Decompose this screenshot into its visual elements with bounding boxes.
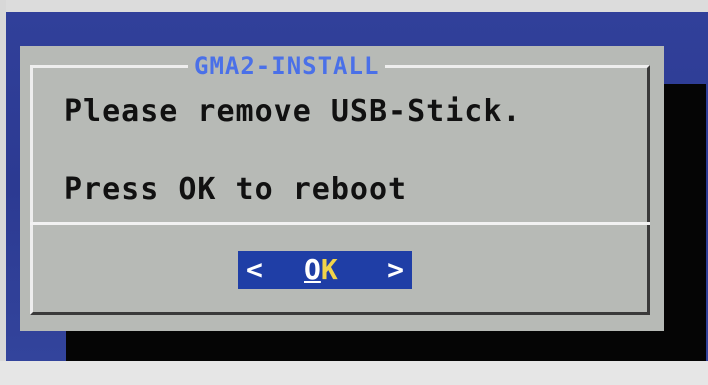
- ok-button-label: OK: [304, 251, 338, 289]
- message-press-ok: Press OK to reboot: [64, 172, 408, 207]
- install-dialog: GMA2-INSTALL Please remove USB-Stick. Pr…: [20, 46, 664, 331]
- dialog-title: GMA2-INSTALL: [188, 52, 386, 80]
- left-bracket: <: [246, 253, 263, 286]
- ok-label-first: O: [304, 253, 321, 286]
- monitor-bezel-top: [0, 0, 708, 12]
- message-remove-usb: Please remove USB-Stick.: [64, 94, 522, 129]
- dialog-separator: [30, 222, 650, 225]
- screen: GMA2-INSTALL Please remove USB-Stick. Pr…: [6, 12, 708, 374]
- ok-button[interactable]: < OK >: [238, 251, 412, 289]
- ok-label-rest: K: [320, 253, 338, 286]
- monitor-bezel-bottom: [0, 361, 708, 385]
- right-bracket: >: [387, 253, 404, 286]
